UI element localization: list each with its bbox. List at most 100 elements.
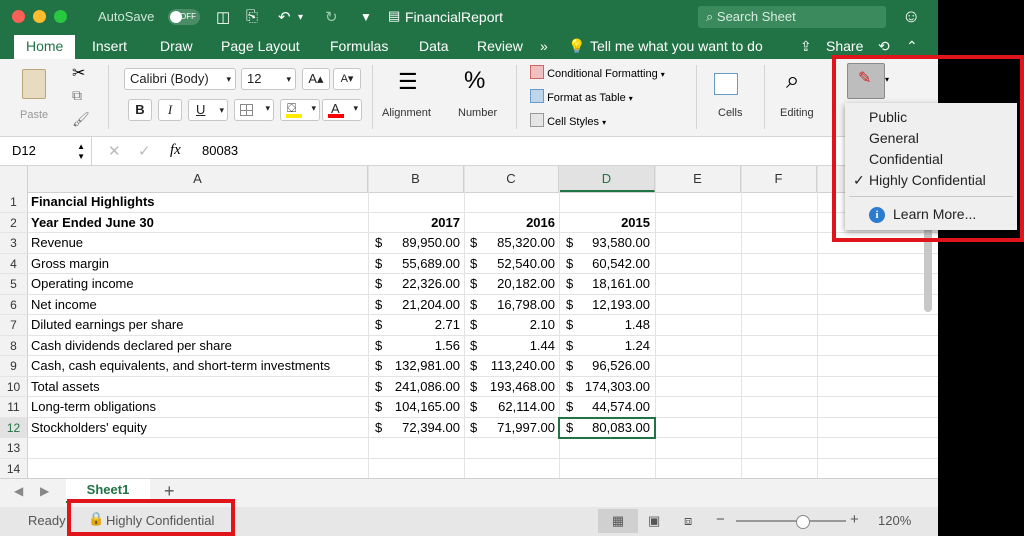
select-all-corner[interactable]	[0, 166, 28, 192]
prev-sheet-icon[interactable]: ◀	[14, 484, 23, 498]
cell-b[interactable]: 72,394.00	[380, 418, 460, 438]
page-layout-view-button[interactable]: ▣	[648, 513, 660, 529]
font-color-button[interactable]: A ▾	[322, 99, 362, 121]
alignment-button[interactable]: ☰ Alignment	[380, 67, 440, 127]
number-button[interactable]: % Number	[452, 67, 508, 127]
minimize-window-button[interactable]	[33, 10, 46, 23]
cell-d[interactable]: 93,580.00	[572, 233, 650, 253]
row-header[interactable]: 12	[0, 417, 28, 437]
cell-a[interactable]: Total assets	[31, 377, 100, 397]
cell-d[interactable]: 44,574.00	[572, 397, 650, 417]
cancel-icon[interactable]: ✕	[108, 142, 121, 160]
cell-styles-button[interactable]: Cell Styles ▾	[530, 113, 606, 128]
row-header[interactable]: 4	[0, 253, 28, 273]
cell-b[interactable]: 1.56	[380, 336, 460, 356]
cell-a[interactable]: Diluted earnings per share	[31, 315, 183, 335]
share-button[interactable]: Share	[826, 38, 863, 54]
paste-button[interactable]: Paste	[14, 65, 56, 127]
undo-dropdown-icon[interactable]: ▾	[298, 12, 303, 23]
cell-a[interactable]: Financial Highlights	[31, 192, 155, 212]
zoom-out-button[interactable]: −	[716, 511, 725, 528]
cell-c[interactable]: 113,240.00	[476, 356, 555, 376]
cell-d[interactable]: 18,161.00	[572, 274, 650, 294]
cell-d[interactable]: 12,193.00	[572, 295, 650, 315]
cell-b[interactable]: 104,165.00	[380, 397, 460, 417]
fill-color-button[interactable]: ⛋ ▾	[280, 99, 320, 121]
cell-c[interactable]: 16,798.00	[476, 295, 555, 315]
cell-b[interactable]: 2017	[380, 213, 460, 233]
confirm-icon[interactable]: ✓	[138, 142, 151, 160]
row-header[interactable]: 7	[0, 315, 28, 335]
tab-data[interactable]: Data	[419, 38, 449, 54]
zoom-window-button[interactable]	[54, 10, 67, 23]
underline-button[interactable]: U ▾	[188, 99, 228, 121]
row-header[interactable]: 2	[0, 212, 28, 232]
decrease-font-button[interactable]: A▾	[333, 68, 361, 90]
cut-icon[interactable]: ✂	[72, 63, 85, 83]
row-header[interactable]: 13	[0, 438, 28, 458]
cell-a[interactable]: Long-term obligations	[31, 397, 156, 417]
row-header[interactable]: 5	[0, 274, 28, 294]
cell-b[interactable]: 241,086.00	[380, 377, 460, 397]
sidebar-icon[interactable]: ◫	[216, 8, 230, 26]
row-header[interactable]: 8	[0, 335, 28, 355]
column-header-a[interactable]: A	[28, 166, 368, 192]
document-title[interactable]: FinancialReport	[405, 9, 503, 25]
row-header[interactable]: 1	[0, 192, 28, 212]
cell-c[interactable]: 193,468.00	[476, 377, 555, 397]
cell-c[interactable]: 71,997.00	[476, 418, 555, 438]
cell-d[interactable]: 96,526.00	[572, 356, 650, 376]
redo-icon[interactable]: ↻	[325, 8, 338, 26]
cell-a[interactable]: Cash, cash equivalents, and short-term i…	[31, 356, 330, 376]
cell-c[interactable]: 20,182.00	[476, 274, 555, 294]
zoom-slider[interactable]	[736, 515, 846, 529]
name-box[interactable]: D12 ▲ ▼	[0, 137, 92, 165]
autosave-toggle[interactable]: OFF	[168, 9, 200, 25]
cell-c[interactable]: 2.10	[476, 315, 555, 335]
conditional-formatting-button[interactable]: Conditional Formatting ▾	[530, 65, 665, 80]
cell-c[interactable]: 1.44	[476, 336, 555, 356]
row-header[interactable]: 10	[0, 376, 28, 396]
format-as-table-button[interactable]: Format as Table ▾	[530, 89, 633, 104]
editing-button[interactable]: ⌕ Editing	[772, 67, 828, 127]
font-size-select[interactable]: 12 ▾	[241, 68, 296, 90]
history-icon[interactable]: ⟲	[878, 38, 890, 55]
insert-function-icon[interactable]: fx	[170, 142, 181, 159]
undo-icon[interactable]: ↶	[278, 8, 291, 26]
format-painter-icon[interactable]: 🖌	[72, 111, 90, 128]
feedback-smiley-icon[interactable]: ☺	[902, 6, 920, 27]
column-header-d[interactable]: D	[559, 166, 655, 192]
cell-a[interactable]: Cash dividends declared per share	[31, 336, 232, 356]
zoom-slider-thumb[interactable]	[796, 515, 810, 529]
tab-home[interactable]: Home	[14, 35, 76, 59]
normal-view-button[interactable]: ▦	[598, 509, 638, 533]
font-name-select[interactable]: Calibri (Body) ▾	[124, 68, 236, 90]
cell-c[interactable]: 85,320.00	[476, 233, 555, 253]
cell-b[interactable]: 55,689.00	[380, 254, 460, 274]
cells-button[interactable]: Cells	[704, 67, 754, 127]
customize-toolbar-icon[interactable]: ▼	[360, 10, 372, 24]
search-sheet-input[interactable]: ⌕ Search Sheet	[698, 6, 886, 28]
cell-b[interactable]: 89,950.00	[380, 233, 460, 253]
cell-c[interactable]: 2016	[476, 213, 555, 233]
cell-a[interactable]: Revenue	[31, 233, 83, 253]
column-header-b[interactable]: B	[368, 166, 464, 192]
tab-draw[interactable]: Draw	[160, 38, 193, 54]
row-header[interactable]: 6	[0, 294, 28, 314]
row-header[interactable]: 11	[0, 397, 28, 417]
copy-icon[interactable]: ⧉	[72, 87, 82, 104]
cell-d[interactable]: 60,542.00	[572, 254, 650, 274]
bold-button[interactable]: B	[128, 99, 152, 121]
close-window-button[interactable]	[12, 10, 25, 23]
row-header[interactable]: 9	[0, 356, 28, 376]
italic-button[interactable]: I	[158, 99, 182, 121]
column-header-e[interactable]: E	[655, 166, 741, 192]
save-icon[interactable]: ⎘	[246, 8, 258, 25]
column-header-f[interactable]: F	[741, 166, 817, 192]
tab-page-layout[interactable]: Page Layout	[221, 38, 300, 54]
cell-c[interactable]: 52,540.00	[476, 254, 555, 274]
tab-insert[interactable]: Insert	[92, 38, 127, 54]
cell-b[interactable]: 21,204.00	[380, 295, 460, 315]
cell-c[interactable]: 62,114.00	[476, 397, 555, 417]
zoom-level[interactable]: 120%	[878, 513, 911, 528]
